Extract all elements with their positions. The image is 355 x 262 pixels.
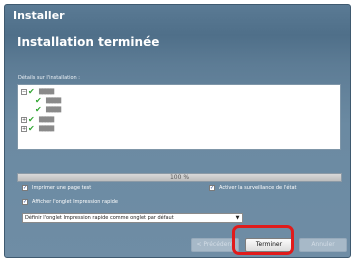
details-label: Détails sur l'installation : <box>18 75 80 81</box>
cancel-button[interactable]: Annuler <box>299 238 347 252</box>
progress-bar: 100 % <box>17 173 342 182</box>
installation-details-tree[interactable]: − ✔ █████ ✔ █████ ✔ █████ + ✔ █████ + ✔ … <box>17 84 341 150</box>
progress-label: 100 % <box>169 174 190 181</box>
expand-icon[interactable]: + <box>21 126 27 132</box>
tree-item-2[interactable]: ✔ █████ <box>35 105 61 114</box>
check-icon: ✔ <box>28 124 35 133</box>
tree-item-1[interactable]: ✔ █████ <box>35 96 61 105</box>
check-icon: ✔ <box>35 96 42 105</box>
activate-monitoring-checkbox[interactable]: ✓ Activer la surveillance de l'état <box>209 185 297 191</box>
tree-item-4[interactable]: + ✔ █████ <box>21 124 54 133</box>
check-icon: ✔ <box>28 115 35 124</box>
tree-item-label: █████ <box>46 98 61 104</box>
tree-item-label: █████ <box>39 117 54 123</box>
show-quick-print-tab-checkbox[interactable]: ✓ Afficher l'onglet Impression rapide <box>22 199 118 205</box>
check-icon: ✔ <box>35 105 42 114</box>
expand-icon[interactable]: + <box>21 117 27 123</box>
tree-item-3[interactable]: + ✔ █████ <box>21 115 54 124</box>
window-title: Installer <box>13 9 65 22</box>
collapse-icon[interactable]: − <box>21 89 27 95</box>
page-title: Installation terminée <box>17 35 160 49</box>
checkbox-checked-icon[interactable]: ✓ <box>209 185 215 191</box>
show-quick-print-tab-label: Afficher l'onglet Impression rapide <box>32 199 118 205</box>
checkbox-checked-icon[interactable]: ✓ <box>22 199 28 205</box>
tree-item-label: █████ <box>46 107 61 113</box>
print-test-page-checkbox[interactable]: ✓ Imprimer une page test <box>22 185 91 191</box>
default-tab-select-value: Définir l'onglet Impression rapide comme… <box>25 215 174 221</box>
finish-button-highlight <box>232 225 294 255</box>
tree-item-label: █████ <box>39 89 54 95</box>
checkbox-checked-icon[interactable]: ✓ <box>22 185 28 191</box>
tree-item-0[interactable]: − ✔ █████ <box>21 87 54 96</box>
installer-window: Installer Installation terminée Détails … <box>4 4 351 258</box>
chevron-down-icon[interactable]: ▼ <box>234 215 241 221</box>
print-test-page-label: Imprimer une page test <box>32 185 92 191</box>
tree-item-label: █████ <box>39 126 54 132</box>
activate-monitoring-label: Activer la surveillance de l'état <box>219 185 297 191</box>
default-tab-select[interactable]: Définir l'onglet Impression rapide comme… <box>22 213 243 223</box>
check-icon: ✔ <box>28 87 35 96</box>
